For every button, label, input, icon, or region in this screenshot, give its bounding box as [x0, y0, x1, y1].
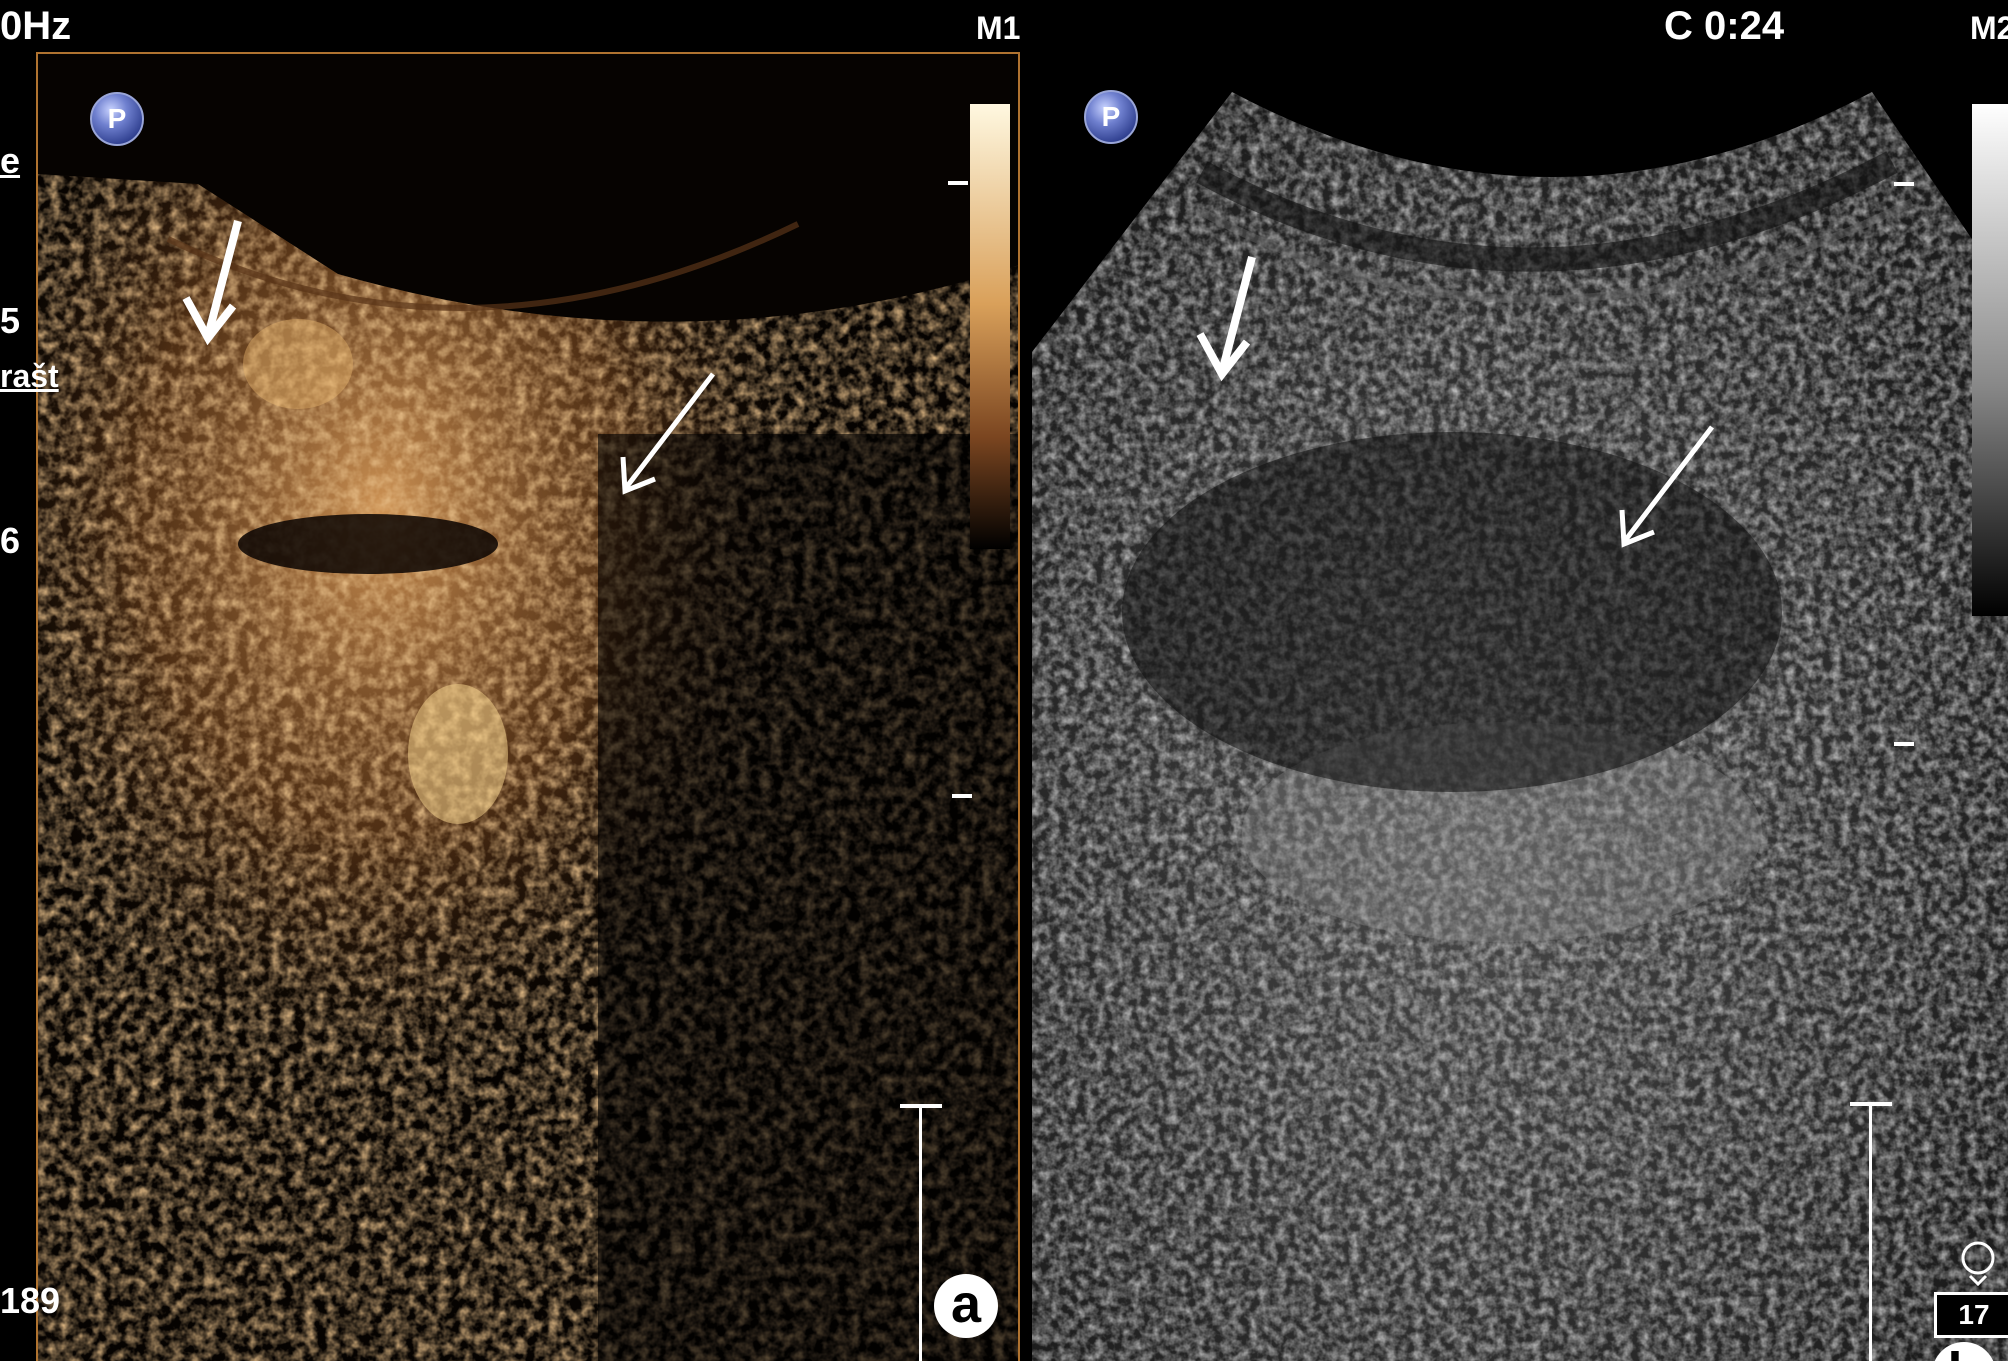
scale-tick — [952, 794, 972, 798]
right-corner-label: M2 — [1970, 10, 2008, 46]
side-label-contrast: rašt — [0, 358, 59, 394]
color-map-bar — [970, 104, 1010, 549]
left-ultrasound-panel: P a — [36, 52, 1020, 1361]
right-ultrasound-panel: P 17 b — [1032, 52, 2008, 1361]
frame-counter: 17 — [1934, 1292, 2008, 1338]
depth-scale-bar — [900, 1104, 942, 1361]
arrow-icon — [620, 372, 715, 495]
p-circle-icon[interactable]: P — [90, 92, 144, 146]
left-corner-label: M1 — [976, 10, 1021, 46]
panel-badge-a: a — [934, 1274, 998, 1338]
timer-label: C 0:24 — [1664, 4, 1785, 48]
p-circle-icon[interactable]: P — [1084, 90, 1138, 144]
scale-tick — [1894, 742, 1914, 746]
arrow-icon — [1619, 425, 1714, 548]
side-label-6: 6 — [0, 520, 21, 561]
grayscale-map-bar — [1972, 104, 2008, 616]
side-label-189: 189 — [0, 1280, 61, 1321]
loop-icon[interactable] — [1956, 1240, 2000, 1288]
scale-tick — [948, 181, 968, 185]
frequency-label: 0Hz — [0, 4, 72, 48]
side-label-e: e — [0, 140, 21, 181]
arrow-icon — [182, 219, 242, 346]
depth-scale-bar — [1850, 1102, 1892, 1361]
scale-tick — [1894, 182, 1914, 186]
side-label-5: 5 — [0, 300, 21, 341]
arrow-icon — [1196, 255, 1256, 382]
